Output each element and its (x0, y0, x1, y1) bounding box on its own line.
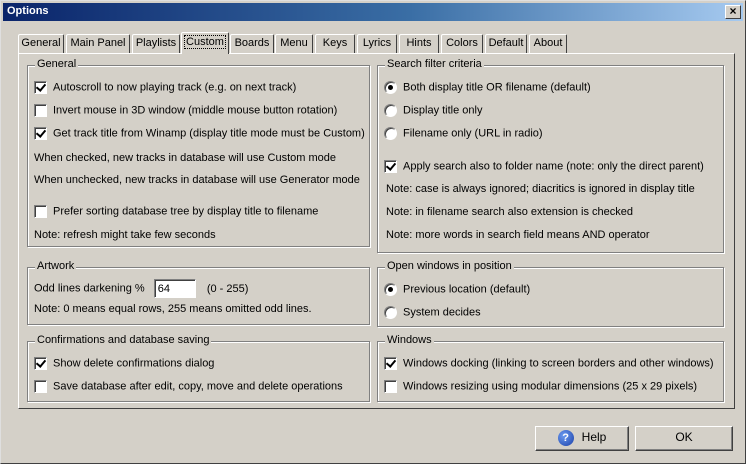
radio-previous-location[interactable]: Previous location (default) (384, 283, 530, 296)
tab-default[interactable]: Default (485, 34, 527, 53)
darkening-row: Odd lines darkening % (0 - 255) (34, 279, 248, 298)
ok-button[interactable]: OK (635, 426, 733, 451)
track-title-check[interactable] (34, 127, 47, 140)
show-delete-check[interactable] (34, 357, 47, 370)
radio-both[interactable]: Both display title OR filename (default) (384, 81, 591, 94)
artwork-note: Note: 0 means equal rows, 255 means omit… (34, 303, 312, 315)
save-db-check[interactable] (34, 380, 47, 393)
group-search-filter: Search filter criteria Both display titl… (377, 58, 724, 253)
save-db-checkbox[interactable]: Save database after edit, copy, move and… (34, 380, 343, 393)
autoscroll-check[interactable] (34, 81, 47, 94)
invert-mouse-checkbox[interactable]: Invert mouse in 3D window (middle mouse … (34, 104, 337, 117)
prefer-sorting-check[interactable] (34, 205, 47, 218)
group-windows: Windows Windows docking (linking to scre… (377, 334, 724, 402)
folder-name-check[interactable] (384, 160, 397, 173)
search-note-3: Note: more words in search field means A… (386, 229, 650, 241)
group-open-windows-title: Open windows in position (385, 260, 514, 272)
invert-mouse-check[interactable] (34, 104, 47, 117)
help-button[interactable]: ? Help (535, 426, 629, 451)
title-bar[interactable]: Options × (3, 3, 743, 21)
note-refresh: Note: refresh might take few seconds (34, 229, 216, 241)
group-windows-title: Windows (385, 334, 434, 346)
tab-lyrics[interactable]: Lyrics (357, 34, 397, 53)
darkening-range: (0 - 255) (206, 282, 249, 295)
darkening-label: Odd lines darkening % (34, 282, 145, 295)
docking-check[interactable] (384, 357, 397, 370)
prefer-sorting-checkbox[interactable]: Prefer sorting database tree by display … (34, 205, 318, 218)
docking-checkbox[interactable]: Windows docking (linking to screen borde… (384, 357, 714, 370)
group-confirmations-title: Confirmations and database saving (35, 334, 212, 346)
tab-general[interactable]: General (18, 34, 64, 53)
tab-panel-custom: General Autoscroll to now playing track … (18, 53, 735, 409)
tab-playlists[interactable]: Playlists (132, 34, 180, 53)
group-confirmations: Confirmations and database saving Show d… (27, 334, 370, 402)
autoscroll-checkbox[interactable]: Autoscroll to now playing track (e.g. on… (34, 81, 296, 94)
tab-hints[interactable]: Hints (399, 34, 439, 53)
tab-main-panel[interactable]: Main Panel (66, 34, 130, 53)
radio-display-only[interactable]: Display title only (384, 104, 482, 117)
group-general: General Autoscroll to now playing track … (27, 58, 370, 247)
group-open-windows: Open windows in position Previous locati… (377, 260, 724, 327)
help-icon: ? (557, 429, 574, 446)
group-general-title: General (35, 58, 79, 70)
group-artwork-title: Artwork (35, 260, 77, 272)
tab-colors[interactable]: Colors (441, 34, 483, 53)
tab-boards[interactable]: Boards (230, 34, 274, 53)
window-title: Options (7, 5, 49, 17)
group-artwork: Artwork Odd lines darkening % (0 - 255) … (27, 260, 370, 325)
note-unchecked: When unchecked, new tracks in database w… (34, 174, 360, 186)
resizing-check[interactable] (384, 380, 397, 393)
group-search-title: Search filter criteria (385, 58, 484, 70)
resizing-checkbox[interactable]: Windows resizing using modular dimension… (384, 380, 697, 393)
search-note-2: Note: in filename search also extension … (386, 206, 634, 218)
tab-keys[interactable]: Keys (315, 34, 355, 53)
options-dialog: Options × General Main Panel Playlists C… (0, 0, 746, 464)
radio-filename-only-dot[interactable] (384, 127, 397, 140)
radio-system-dot[interactable] (384, 306, 397, 319)
close-button[interactable]: × (725, 5, 741, 19)
darkening-input[interactable] (153, 279, 196, 298)
track-title-checkbox[interactable]: Get track title from Winamp (display tit… (34, 127, 365, 140)
tab-menu[interactable]: Menu (275, 34, 313, 53)
radio-both-dot[interactable] (384, 81, 397, 94)
note-checked: When checked, new tracks in database wil… (34, 152, 337, 164)
radio-system-decides[interactable]: System decides (384, 306, 481, 319)
radio-display-only-dot[interactable] (384, 104, 397, 117)
search-note-1: Note: case is always ignored; diacritics… (386, 183, 695, 195)
close-icon: × (729, 4, 737, 18)
folder-name-checkbox[interactable]: Apply search also to folder name (note: … (384, 160, 704, 173)
radio-filename-only[interactable]: Filename only (URL in radio) (384, 127, 543, 140)
tab-custom[interactable]: Custom (181, 32, 229, 54)
show-delete-checkbox[interactable]: Show delete confirmations dialog (34, 357, 214, 370)
radio-previous-dot[interactable] (384, 283, 397, 296)
tab-about[interactable]: About (529, 34, 567, 53)
